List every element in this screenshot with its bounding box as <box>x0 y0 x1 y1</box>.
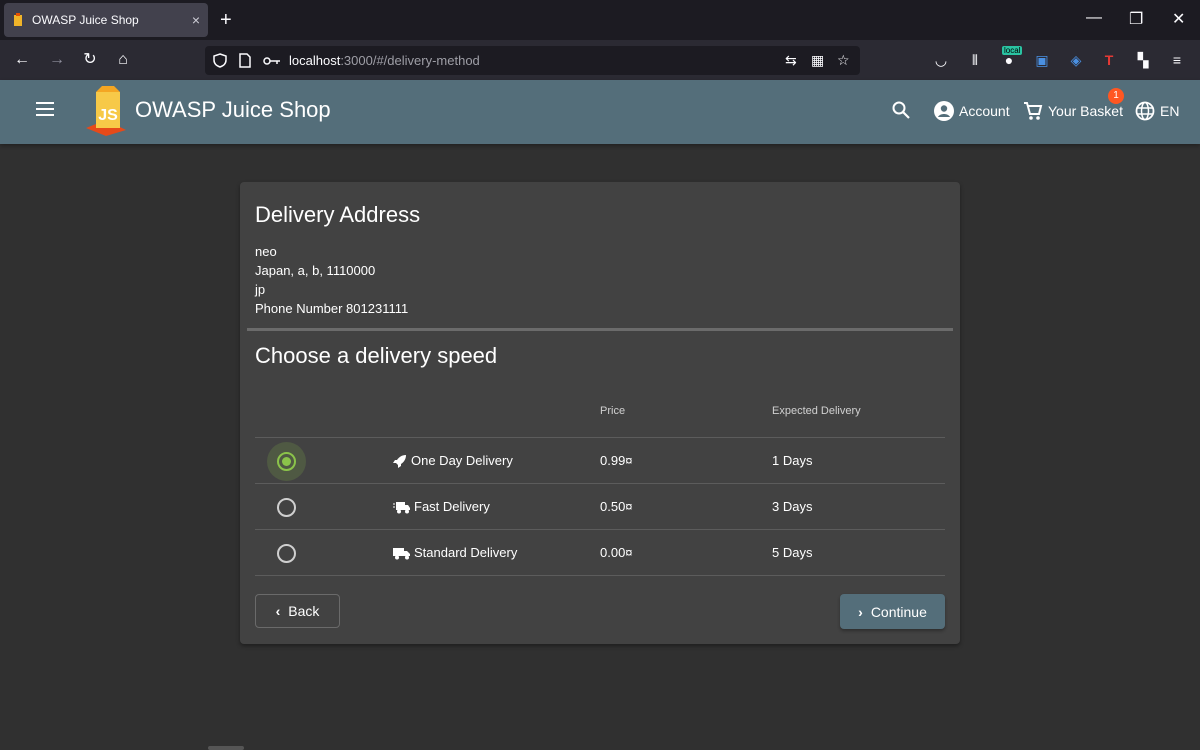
table-divider <box>255 575 945 576</box>
back-arrow-icon[interactable]: ← <box>12 50 32 70</box>
address-country: jp <box>255 282 266 297</box>
scrollbar-handle[interactable] <box>208 746 244 750</box>
url-text[interactable]: localhost:3000/#/delivery-method <box>289 53 480 68</box>
price-column-header: Price <box>600 405 626 417</box>
juice-shop-logo-icon[interactable]: JS <box>84 86 128 136</box>
delivery-card: Delivery Address neo Japan, a, b, 111000… <box>240 182 960 644</box>
qr-code-icon[interactable]: ▦ <box>811 52 824 68</box>
basket-count-badge: 1 <box>1108 88 1124 104</box>
rocket-icon <box>393 454 406 468</box>
language-button[interactable]: EN <box>1135 101 1179 121</box>
address-phone: Phone Number 801231111 <box>255 301 409 316</box>
extensions-grid-icon[interactable]: ▚ <box>1134 51 1152 69</box>
continue-button[interactable]: › Continue <box>840 594 945 629</box>
app-title[interactable]: OWASP Juice Shop <box>135 97 331 123</box>
table-row-one-day[interactable]: One Day Delivery 0.99¤ 1 Days <box>255 438 945 484</box>
truck-icon <box>393 547 410 559</box>
translate-tool-icon[interactable]: ◈ <box>1067 51 1085 69</box>
close-tab-icon[interactable]: × <box>192 12 200 28</box>
delivery-name-cell: Standard Delivery <box>393 545 517 560</box>
account-circle-icon <box>934 101 954 121</box>
browser-tab-bar: OWASP Juice Shop × + — ❐ ✕ <box>0 0 1200 40</box>
reload-icon[interactable]: ↻ <box>80 50 100 70</box>
section-divider <box>247 328 953 331</box>
home-icon[interactable]: ⌂ <box>113 50 133 70</box>
radio-standard-delivery[interactable] <box>277 544 296 563</box>
account-button[interactable]: Account <box>934 101 1010 121</box>
library-icon[interactable]: ⫴ <box>966 51 984 69</box>
minimize-icon[interactable]: — <box>1086 9 1102 27</box>
table-row-fast[interactable]: Fast Delivery 0.50¤ 3 Days <box>255 484 945 530</box>
window-close-icon[interactable]: ✕ <box>1172 9 1185 29</box>
delivery-address-heading: Delivery Address <box>255 202 421 227</box>
side-menu-icon[interactable] <box>36 102 54 118</box>
basket-label: Your Basket <box>1048 103 1123 119</box>
delivery-price-cell: 0.50¤ <box>600 499 633 514</box>
translate-icon[interactable]: ⇆ <box>785 52 797 68</box>
shopping-cart-icon <box>1024 102 1043 120</box>
delivery-days-cell: 1 Days <box>772 453 813 468</box>
search-icon[interactable] <box>892 101 910 119</box>
restore-icon[interactable]: ❐ <box>1129 9 1143 29</box>
delivery-days-cell: 3 Days <box>772 499 813 514</box>
text-extension-icon[interactable]: T <box>1100 51 1118 69</box>
delivery-name-cell: Fast Delivery <box>393 499 490 514</box>
translate-extension-icon[interactable]: ▣ <box>1033 51 1051 69</box>
delivery-speed-heading: Choose a delivery speed <box>255 343 498 368</box>
delivery-price-cell: 0.00¤ <box>600 545 633 560</box>
new-tab-button[interactable]: + <box>220 8 232 32</box>
table-row-standard[interactable]: Standard Delivery 0.00¤ 5 Days <box>255 530 945 576</box>
browser-tab[interactable]: OWASP Juice Shop × <box>4 3 208 37</box>
forward-arrow-icon[interactable]: → <box>47 50 67 70</box>
shield-icon[interactable] <box>213 53 227 68</box>
address-location: Japan, a, b, 1110000 <box>255 263 376 278</box>
extension-local-badge: local <box>1002 46 1023 55</box>
delivery-days-cell: 5 Days <box>772 545 813 560</box>
address-name: neo <box>255 244 277 259</box>
browser-tab-title: OWASP Juice Shop <box>32 13 139 27</box>
delivery-price-cell: 0.99¤ <box>600 453 633 468</box>
logo-text: JS <box>98 107 118 124</box>
page-icon <box>239 53 251 68</box>
pocket-icon[interactable]: ◡ <box>932 51 950 69</box>
key-icon[interactable] <box>263 56 281 66</box>
basket-button[interactable]: Your Basket <box>1023 101 1123 121</box>
back-button[interactable]: ‹ Back <box>255 594 340 628</box>
radio-fast-delivery[interactable] <box>277 498 296 517</box>
expected-delivery-column-header: Expected Delivery <box>772 405 861 417</box>
shipping-fast-icon <box>393 501 410 513</box>
chevron-left-icon: ‹ <box>275 603 281 619</box>
chevron-right-icon: › <box>858 603 863 620</box>
bookmark-star-icon[interactable]: ☆ <box>837 52 850 68</box>
browser-menu-icon[interactable]: ≡ <box>1168 51 1186 69</box>
url-bar[interactable]: localhost:3000/#/delivery-method ⇆ ▦ ☆ <box>205 46 860 75</box>
delivery-name-cell: One Day Delivery <box>393 453 513 468</box>
juice-shop-favicon-icon <box>14 13 22 26</box>
radio-one-day-delivery[interactable] <box>277 452 296 471</box>
language-label: EN <box>1160 103 1180 119</box>
account-label: Account <box>959 103 1010 119</box>
globe-icon <box>1135 101 1155 121</box>
